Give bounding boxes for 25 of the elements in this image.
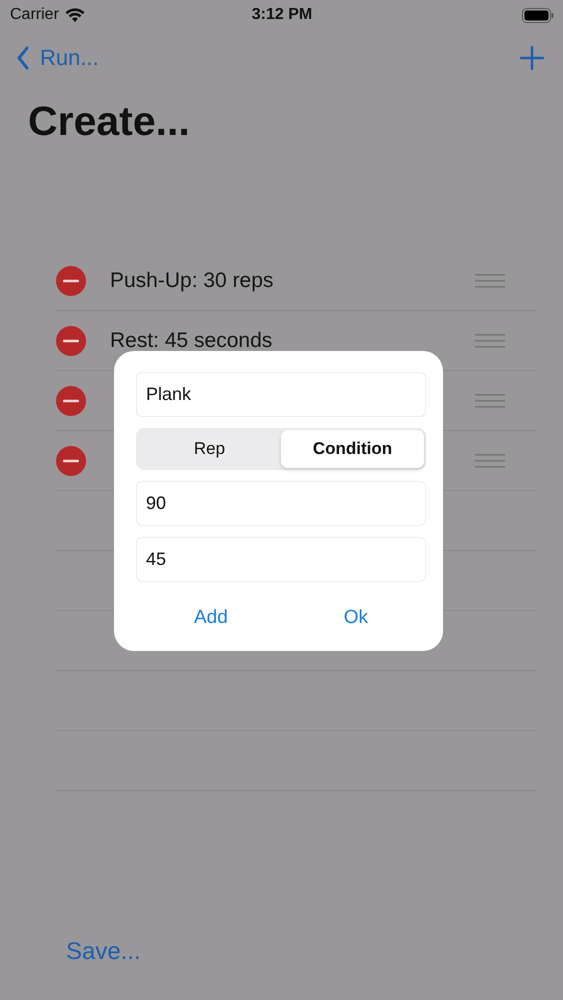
delete-icon [56,386,86,416]
battery-icon [522,8,554,22]
reorder-icon [475,394,505,408]
reorder-icon [475,274,505,288]
chevron-left-icon [16,46,30,70]
name-field[interactable]: Plank [136,372,426,417]
page-title: Create... [27,97,191,146]
row-label: Push-Up: 30 reps [110,268,274,292]
time-label: 3:12 PM [252,6,312,24]
delete-icon [56,326,86,356]
segment-tab[interactable]: Condition [281,430,424,468]
row-label: Rest: 45 seconds [110,328,274,352]
segment-tab[interactable]: Rep [138,430,281,468]
add-button[interactable]: Add [186,603,236,633]
delete-icon [56,446,86,476]
input-field[interactable]: 45 [136,537,426,582]
wifi-icon [64,8,85,22]
ok-button[interactable]: Ok [336,603,376,633]
input-field[interactable]: 90 [136,481,426,526]
delete-icon [56,266,86,296]
carrier-label: Carrier [10,6,59,24]
reorder-icon [475,454,505,468]
add-button[interactable] [520,46,544,70]
segmented-control[interactable]: Rep Condition [136,428,426,470]
reorder-icon [475,334,505,348]
